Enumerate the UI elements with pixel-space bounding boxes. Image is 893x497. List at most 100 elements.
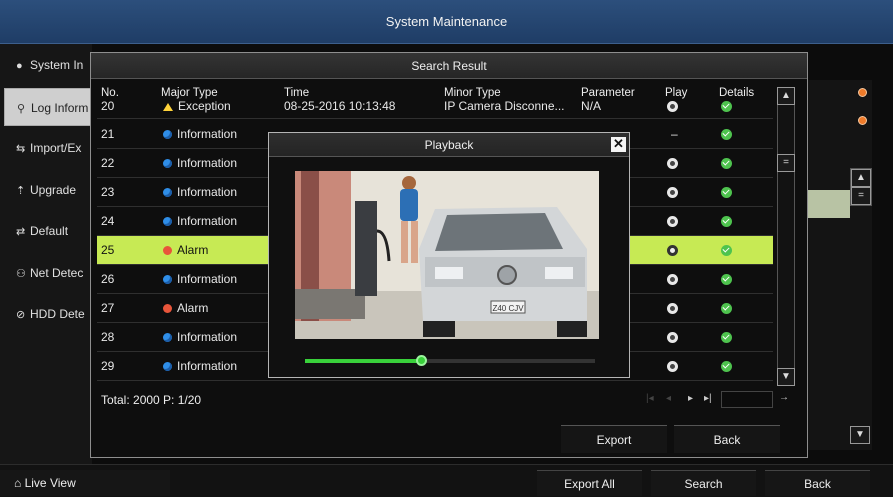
sidebar-item-label: Import/Ex (30, 141, 82, 155)
alarm-icon (163, 304, 172, 314)
play-icon[interactable] (667, 187, 678, 198)
sidebar-item[interactable]: ⚲ Log Inform (4, 87, 92, 126)
page-input[interactable] (721, 391, 773, 408)
playback-progress-bar[interactable] (305, 355, 595, 366)
back-button[interactable]: Back (674, 425, 780, 453)
major-type-label: Information (177, 359, 238, 373)
export-button[interactable]: Export (561, 425, 667, 453)
first-page-icon[interactable]: |◂ (646, 393, 654, 404)
major-type-label: Exception (178, 99, 231, 113)
row-number: 28 (101, 330, 115, 344)
info-icon (163, 188, 172, 198)
details-icon[interactable] (721, 129, 732, 140)
details-icon[interactable] (721, 303, 732, 314)
background-scroll-down-icon[interactable]: ▼ (850, 426, 870, 444)
major-type-label: Information (177, 156, 238, 170)
major-type-cell: Information (163, 149, 237, 177)
play-icon[interactable] (667, 303, 678, 314)
sidebar-item[interactable]: ⇆ Import/Ex (4, 129, 92, 167)
pager: |◂ ◂ ▸ ▸| → (646, 389, 789, 411)
video-snapshot: Z40 CJV (295, 171, 599, 339)
row-number: 21 (101, 127, 115, 141)
row-number: 22 (101, 156, 115, 170)
next-page-icon[interactable]: ▸ (688, 393, 693, 404)
details-icon[interactable] (721, 361, 732, 372)
details-icon[interactable] (721, 274, 732, 285)
row-number: 24 (101, 214, 115, 228)
upload-icon: ⇡ (16, 184, 26, 197)
details-icon[interactable] (721, 332, 732, 343)
video-frame[interactable]: Z40 CJV (295, 171, 599, 339)
close-icon[interactable]: ✕ (611, 137, 626, 152)
export-all-button[interactable]: Export All (537, 470, 642, 496)
major-type-label: Alarm (177, 301, 209, 315)
details-icon[interactable] (721, 245, 732, 256)
major-type-label: Information (177, 272, 238, 286)
sidebar-item[interactable]: ⇄ Default (4, 212, 92, 250)
details-icon[interactable] (721, 158, 732, 169)
details-icon[interactable] (721, 216, 732, 227)
info-icon (163, 217, 172, 227)
info-icon (163, 159, 172, 169)
sidebar-item-label: System In (30, 58, 84, 72)
window-title: System Maintenance (0, 0, 893, 44)
play-icon[interactable] (667, 101, 678, 112)
go-page-icon[interactable]: → (779, 392, 789, 403)
row-number: 20 (101, 99, 115, 113)
major-type-label: Information (177, 214, 238, 228)
back-button[interactable]: Back (765, 470, 870, 496)
sidebar-item[interactable]: ⇡ Upgrade (4, 171, 92, 209)
background-scrollbar[interactable]: ▲ = (850, 168, 872, 206)
last-page-icon[interactable]: ▸| (704, 393, 712, 404)
sidebar-item-label: Net Detec (30, 265, 84, 280)
sidebar-item-label: Upgrade (30, 182, 77, 197)
major-type-cell: Information (163, 178, 237, 206)
scroll-up-icon[interactable]: ▲ (777, 87, 795, 105)
playback-dialog: Playback ✕ Z40 CJV (268, 132, 630, 378)
play-icon[interactable] (667, 361, 678, 372)
sidebar-item-label: HDD Dete (30, 307, 85, 321)
time-clock-icon[interactable] (858, 88, 867, 97)
table-scrollbar[interactable]: ▲ = ▼ (777, 87, 795, 386)
home-icon: ⌂ (14, 476, 22, 490)
minor-type-cell: IP Camera Disconne... (444, 99, 565, 113)
major-type-cell: Alarm (163, 236, 208, 264)
time-clock-icon[interactable] (858, 116, 867, 125)
major-type-cell: Information (163, 207, 237, 235)
play-icon[interactable] (667, 274, 678, 285)
network-icon: ⚇ (16, 267, 26, 280)
info-icon (163, 275, 172, 285)
major-type-label: Information (177, 330, 238, 344)
table-row[interactable]: 20 Exception 08-25-2016 10:13:48 IP Camera … (97, 95, 773, 119)
scroll-thumb-icon[interactable]: = (777, 154, 795, 172)
play-icon[interactable] (667, 332, 678, 343)
info-icon (163, 130, 172, 140)
major-type-cell: Information (163, 120, 237, 148)
progress-fill (305, 359, 421, 363)
progress-handle-icon[interactable] (416, 355, 427, 366)
row-number: 25 (101, 243, 115, 257)
sidebar-item-label: Default (30, 224, 69, 238)
play-icon[interactable] (667, 158, 678, 169)
sidebar-item-label: Log Inform (31, 100, 89, 115)
prev-page-icon[interactable]: ◂ (666, 393, 671, 404)
search-button[interactable]: Search (651, 470, 756, 496)
playback-title: Playback (269, 133, 629, 157)
scroll-down-icon[interactable]: ▼ (777, 368, 795, 386)
scroll-thumb-icon[interactable]: = (851, 187, 871, 205)
license-plate-text: Z40 CJV (492, 304, 524, 313)
play-icon[interactable] (667, 216, 678, 227)
sidebar-item[interactable]: ● System In (4, 46, 92, 84)
major-type-cell: Alarm (163, 294, 208, 322)
alarm-icon (163, 246, 172, 256)
major-type-label: Information (177, 127, 238, 141)
sidebar-item[interactable]: ⊘ HDD Dete (4, 295, 92, 333)
sidebar-item[interactable]: ⚇ Net Detec (4, 254, 92, 292)
details-icon[interactable] (721, 101, 732, 112)
total-count: Total: 2000 P: 1/20 (101, 393, 202, 407)
scroll-up-icon[interactable]: ▲ (851, 169, 871, 187)
details-icon[interactable] (721, 187, 732, 198)
play-icon[interactable] (667, 245, 678, 256)
dialog-title: Search Result (91, 53, 807, 79)
live-view-button[interactable]: ⌂ Live View (0, 470, 170, 496)
